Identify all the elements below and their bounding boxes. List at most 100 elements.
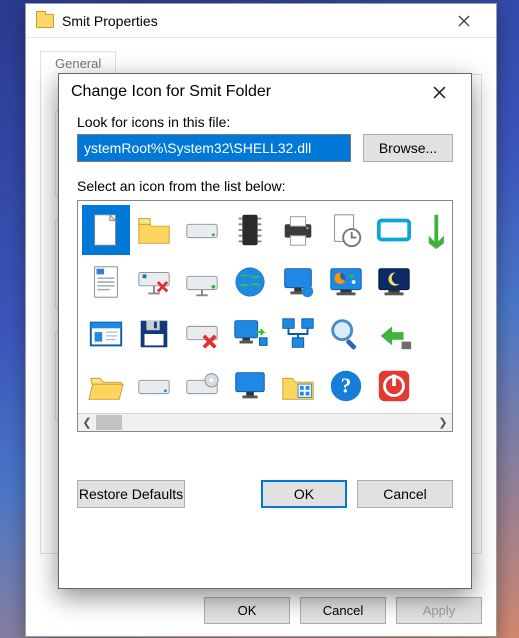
cancel-label: Cancel [383, 486, 427, 502]
properties-apply-button[interactable]: Apply [396, 597, 482, 624]
printer-icon[interactable] [274, 205, 322, 255]
properties-close-button[interactable] [442, 6, 486, 36]
properties-titlebar: Smit Properties [26, 4, 496, 38]
tab-label: General [55, 56, 101, 71]
external-drive-icon-glyph [182, 262, 222, 302]
monitor-network-right-icon-glyph [230, 314, 270, 354]
scroll-left-button[interactable]: ❮ [78, 414, 96, 432]
blank-col-8b[interactable] [418, 309, 453, 359]
folder-icon [36, 14, 54, 28]
dialog-title: Change Icon for Smit Folder [71, 83, 271, 101]
drive-icon[interactable] [178, 205, 226, 255]
folder-icon-glyph [134, 210, 174, 250]
icon-path-input[interactable] [77, 134, 351, 162]
blank-col-8a-glyph [422, 262, 453, 302]
window-frame-icon[interactable] [370, 205, 418, 255]
select-icon-label: Select an icon from the list below: [77, 178, 453, 194]
horizontal-scrollbar[interactable]: ❮ ❯ [78, 413, 452, 431]
drive-error-icon[interactable] [178, 309, 226, 359]
window-frame-icon-glyph [374, 210, 414, 250]
network-monitor-icon[interactable] [274, 257, 322, 307]
restore-label: Restore Defaults [79, 486, 183, 502]
ok-button[interactable]: OK [261, 480, 347, 508]
programs-folder-icon-glyph [278, 366, 318, 406]
icon-list-box: ? ❮ ❯ [77, 200, 453, 432]
recent-document-icon-glyph [326, 210, 366, 250]
network-nodes-icon[interactable] [274, 309, 322, 359]
search-magnifier-icon-glyph [326, 314, 366, 354]
blank-col-8c[interactable] [418, 361, 453, 411]
monitor-network-right-icon[interactable] [226, 309, 274, 359]
properties-ok-button[interactable]: OK [204, 597, 290, 624]
green-left-arrow-icon[interactable] [370, 309, 418, 359]
flat-monitor-icon-glyph [230, 366, 270, 406]
open-folder-icon[interactable] [82, 361, 130, 411]
programs-folder-icon[interactable] [274, 361, 322, 411]
network-drive-x-icon[interactable] [130, 257, 178, 307]
floppy-disk-icon[interactable] [130, 309, 178, 359]
blank-col-8b-glyph [422, 314, 453, 354]
blank-col-8c-glyph [422, 366, 453, 406]
chip-icon[interactable] [226, 205, 274, 255]
hard-drive-icon-glyph [134, 366, 174, 406]
cancel-button[interactable]: Cancel [357, 480, 453, 508]
scroll-track[interactable] [96, 414, 434, 432]
look-for-icons-label: Look for icons in this file: [77, 114, 453, 130]
properties-title: Smit Properties [62, 13, 158, 29]
drive-icon-glyph [182, 210, 222, 250]
help-question-icon[interactable]: ? [322, 361, 370, 411]
network-nodes-icon-glyph [278, 314, 318, 354]
program-window-icon-glyph [86, 314, 126, 354]
properties-button-row: OK Cancel Apply [204, 597, 482, 624]
hard-drive-icon[interactable] [130, 361, 178, 411]
green-arrow-icon-glyph [422, 210, 453, 250]
ok-label: OK [294, 486, 314, 502]
tab-general[interactable]: General [40, 51, 116, 75]
program-window-icon[interactable] [82, 309, 130, 359]
optical-drive-icon-glyph [182, 366, 222, 406]
network-drive-x-icon-glyph [134, 262, 174, 302]
drive-error-icon-glyph [182, 314, 222, 354]
blank-col-8a[interactable] [418, 257, 453, 307]
scroll-right-button[interactable]: ❯ [434, 414, 452, 432]
night-monitor-icon-glyph [374, 262, 414, 302]
green-arrow-icon[interactable] [418, 205, 453, 255]
recent-document-icon[interactable] [322, 205, 370, 255]
dialog-body: Look for icons in this file: Browse... S… [59, 110, 471, 522]
help-question-icon-glyph: ? [326, 366, 366, 406]
close-icon [458, 15, 470, 27]
optical-drive-icon[interactable] [178, 361, 226, 411]
search-magnifier-icon[interactable] [322, 309, 370, 359]
change-icon-dialog: Change Icon for Smit Folder Look for ico… [58, 73, 472, 589]
icon-grid: ? [82, 205, 453, 411]
text-document-icon-glyph [86, 262, 126, 302]
network-monitor-icon-glyph [278, 262, 318, 302]
restore-defaults-button[interactable]: Restore Defaults [77, 480, 185, 508]
night-monitor-icon[interactable] [370, 257, 418, 307]
close-icon [433, 86, 446, 99]
dialog-titlebar: Change Icon for Smit Folder [59, 74, 471, 110]
floppy-disk-icon-glyph [134, 314, 174, 354]
power-shutdown-icon[interactable] [370, 361, 418, 411]
svg-text:?: ? [341, 374, 351, 398]
globe-icon-glyph [230, 262, 270, 302]
open-folder-icon-glyph [86, 366, 126, 406]
flat-monitor-icon[interactable] [226, 361, 274, 411]
green-left-arrow-icon-glyph [374, 314, 414, 354]
browse-label: Browse... [379, 140, 437, 156]
control-panel-monitor-icon-glyph [326, 262, 366, 302]
globe-icon[interactable] [226, 257, 274, 307]
text-document-icon[interactable] [82, 257, 130, 307]
printer-icon-glyph [278, 210, 318, 250]
dialog-close-button[interactable] [419, 77, 459, 107]
external-drive-icon[interactable] [178, 257, 226, 307]
chip-icon-glyph [230, 210, 270, 250]
scroll-thumb[interactable] [96, 415, 122, 430]
dialog-button-row: Restore Defaults OK Cancel [77, 480, 453, 508]
folder-icon[interactable] [130, 205, 178, 255]
browse-button[interactable]: Browse... [363, 134, 453, 162]
properties-cancel-button[interactable]: Cancel [300, 597, 386, 624]
blank-document-icon-glyph [86, 210, 126, 250]
control-panel-monitor-icon[interactable] [322, 257, 370, 307]
blank-document-icon[interactable] [82, 205, 130, 255]
